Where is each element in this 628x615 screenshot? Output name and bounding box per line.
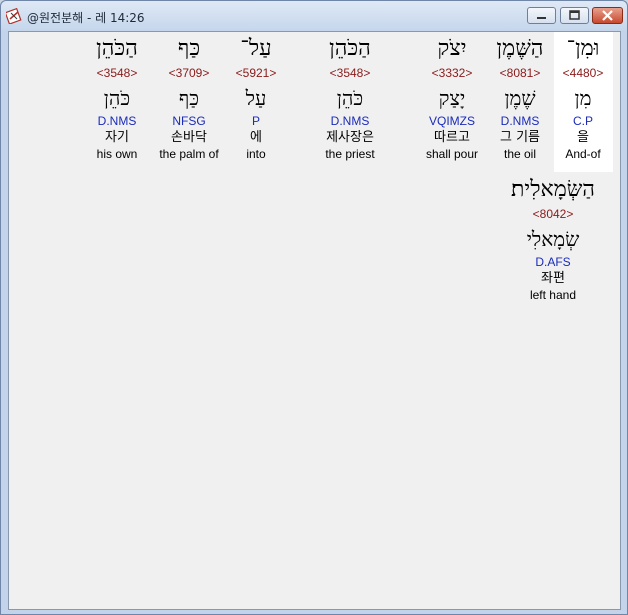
korean-gloss: 따르고: [434, 130, 470, 145]
word-cell[interactable]: הַשְּׂמָאלִית׃ <8042> שְׂמָאלִי D.AFS 좌편…: [498, 175, 608, 303]
strong-number[interactable]: <3548>: [72, 65, 162, 81]
maximize-button[interactable]: [560, 7, 589, 24]
word-cell[interactable]: הַכֹּהֵן <3548> כֹּהֵן D.NMS 자기 his own: [72, 34, 162, 162]
strong-number[interactable]: <3548>: [305, 65, 395, 81]
english-gloss: shall pour: [425, 147, 479, 161]
close-icon: [602, 10, 613, 21]
english-gloss: his own: [96, 147, 138, 161]
hebrew-lemma: יָצַק: [438, 86, 466, 110]
word-cell[interactable]: יִצֹק <3332> יָצַק VQIMZS 따르고 shall pour: [407, 34, 497, 162]
word-cell[interactable]: הַכֹּהֵן <3548> כֹּהֵן D.NMS 제사장은 the pr…: [305, 34, 395, 162]
hebrew-surface: הַשְּׂמָאלִית׃: [511, 177, 595, 202]
hebrew-surface: יִצֹק: [437, 36, 467, 61]
parsing-code: D.NMS: [330, 114, 370, 128]
korean-gloss: 좌편: [541, 271, 565, 286]
korean-gloss: 제사장은: [326, 130, 374, 145]
minimize-button[interactable]: [527, 7, 556, 24]
hebrew-surface: הַכֹּהֵן: [96, 36, 138, 61]
english-gloss: the priest: [325, 147, 375, 161]
minimize-icon: [537, 17, 546, 19]
hebrew-surface: הַכֹּהֵן: [329, 36, 371, 61]
hebrew-lemma: שְׂמָאלִי: [526, 227, 580, 251]
app-icon: [6, 8, 22, 24]
app-window: @원전분해 - 레 14:26 וּמִן־ <4480> מִן C.P 을 …: [0, 0, 628, 615]
korean-gloss: 자기: [105, 130, 129, 145]
title-bar[interactable]: @원전분해 - 레 14:26: [1, 1, 627, 31]
parsing-code: D.NMS: [97, 114, 137, 128]
window-title: @원전분해 - 레 14:26: [27, 11, 145, 25]
parsing-code: VQIMZS: [428, 114, 475, 128]
close-button[interactable]: [592, 7, 623, 24]
maximize-icon: [569, 10, 580, 20]
strong-number[interactable]: <8042>: [498, 206, 608, 222]
strong-number[interactable]: <3332>: [407, 65, 497, 81]
hebrew-lemma: כֹּהֵן: [336, 86, 364, 110]
parsing-code: D.AFS: [535, 255, 571, 269]
english-gloss: left hand: [529, 288, 577, 302]
hebrew-lemma: כֹּהֵן: [103, 86, 131, 110]
